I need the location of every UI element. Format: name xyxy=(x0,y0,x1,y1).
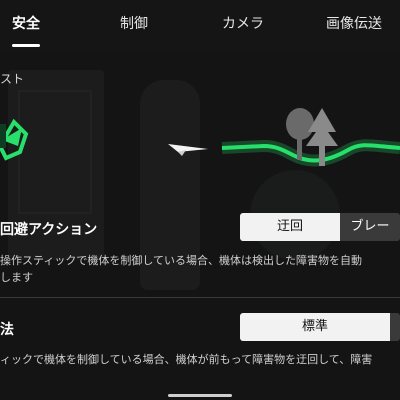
tab-safety[interactable]: 安全 xyxy=(12,0,40,48)
obstacle-avoidance-illustration xyxy=(0,108,400,167)
option-bypass-button[interactable]: 迂回 xyxy=(240,213,340,241)
settings-tab-bar: 安全 制御 カメラ 画像伝送 xyxy=(0,0,400,50)
tab-camera[interactable]: カメラ xyxy=(222,0,264,48)
avoidance-path-glow xyxy=(221,139,400,167)
bypass-method-title: 法 xyxy=(0,322,14,338)
active-tab-indicator xyxy=(12,44,40,47)
tab-transmission[interactable]: 画像伝送 xyxy=(326,0,382,48)
avoidance-action-title: 回避アクション xyxy=(0,222,98,238)
section-label: スト xyxy=(0,72,25,86)
avoidance-action-selector: 迂回 ブレー xyxy=(240,213,400,241)
option-next-button[interactable] xyxy=(390,313,400,341)
bypass-method-description: ィックで機体を制御している場合、機体が前もって障害物を迂回して、障害 xyxy=(0,353,373,366)
divider xyxy=(0,297,400,298)
avoidance-action-description-1: 操作スティックで機体を制御している場合、機体は検出した障害物を自動 xyxy=(0,254,363,267)
option-standard-button[interactable]: 標準 xyxy=(240,313,390,341)
drone-shield-icon xyxy=(0,118,29,161)
home-indicator[interactable] xyxy=(168,394,232,397)
bypass-method-selector: 標準 xyxy=(240,313,400,341)
avoidance-action-description-2: します xyxy=(0,271,33,284)
tab-control[interactable]: 制御 xyxy=(120,0,148,48)
option-brake-button[interactable]: ブレー xyxy=(340,213,400,241)
paper-plane-icon xyxy=(168,144,208,156)
